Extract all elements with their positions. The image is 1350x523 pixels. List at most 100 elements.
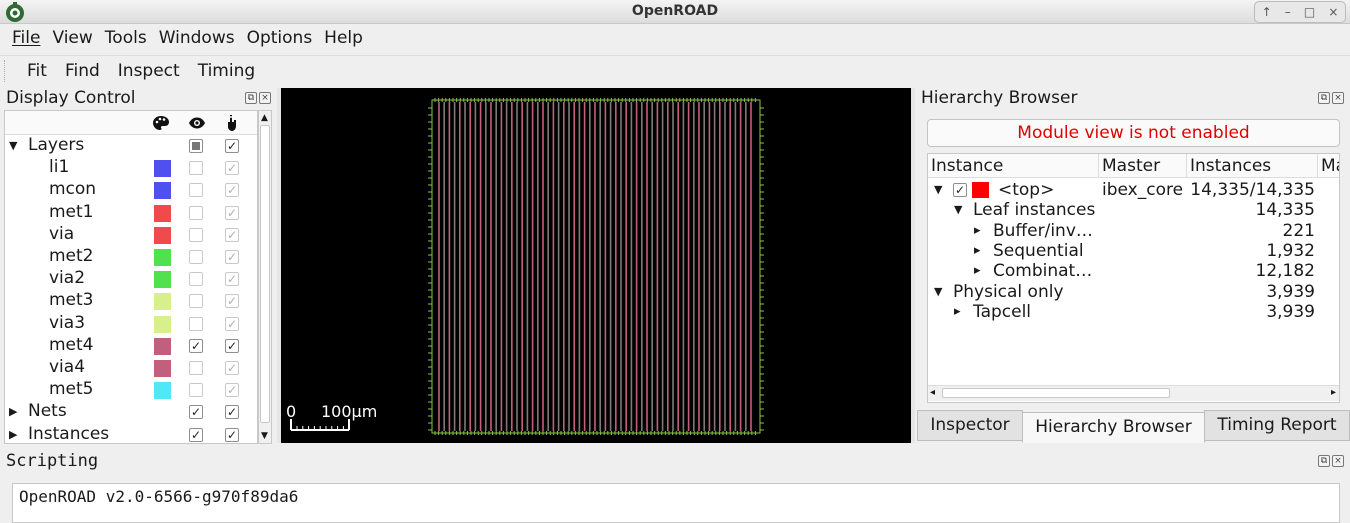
visible-checkbox[interactable] [189,250,203,264]
find-button[interactable]: Find [56,61,109,81]
layer-row-mcon[interactable]: mcon ✓ [5,179,257,201]
visible-checkbox[interactable] [189,316,203,331]
collapse-arrow-icon[interactable]: ▼ [934,180,942,200]
instance-color-swatch[interactable] [972,182,989,198]
visible-checkbox[interactable]: ✓ [189,427,203,442]
close-panel-icon[interactable]: × [259,92,271,104]
float-panel-icon[interactable]: ⧉ [1318,455,1330,467]
visible-checkbox[interactable] [189,227,203,242]
collapse-arrow-icon[interactable]: ▼ [934,282,942,302]
layer-color-swatch[interactable] [154,182,171,200]
layer-color-swatch[interactable] [154,382,171,400]
tab-hierarchy-browser[interactable]: Hierarchy Browser [1022,412,1205,443]
instance-visible-checkbox[interactable]: ✓ [953,183,967,197]
visible-checkbox[interactable] [189,272,203,287]
selectable-checkbox[interactable]: ✓ [225,250,239,264]
visible-checkbox[interactable] [189,361,203,375]
visible-checkbox[interactable] [189,294,203,309]
module-view-notice-button[interactable]: Module view is not enabled [927,119,1340,147]
selectable-checkbox[interactable]: ✓ [225,338,239,353]
hierarchy-row[interactable]: ▸ Tapcell 3,939 [928,302,1339,322]
scroll-down-icon[interactable]: ▼ [261,431,268,441]
layer-row-met3[interactable]: met3 ✓ [5,290,257,312]
selectable-checkbox[interactable]: ✓ [225,383,239,398]
selectable-checkbox[interactable]: ✓ [225,161,239,176]
close-panel-icon[interactable]: × [1332,92,1344,104]
menu-view[interactable]: View [48,25,100,52]
shade-window-button[interactable]: ↑ [1262,5,1272,19]
layer-row-met5[interactable]: met5 ✓ [5,379,257,401]
scrollbar-thumb[interactable] [260,125,270,423]
layout-viewer[interactable]: 0 100μm [281,88,911,443]
hierarchy-row[interactable]: ▸ Combinat… 12,182 [928,261,1339,281]
float-panel-icon[interactable]: ⧉ [1318,92,1330,104]
layer-color-swatch[interactable] [154,315,171,333]
column-instance[interactable]: Instance [928,154,1099,178]
layer-color-swatch[interactable] [154,293,171,311]
layer-color-swatch[interactable] [154,204,171,222]
tab-inspector[interactable]: Inspector [917,410,1023,441]
timing-button[interactable]: Timing [189,61,264,81]
layer-row-instances[interactable]: ▶ Instances ✓ ✓ [5,424,257,443]
inspect-button[interactable]: Inspect [109,61,189,81]
scroll-left-icon[interactable]: ◂ [930,387,935,398]
column-instances[interactable]: Instances [1187,154,1318,178]
layer-color-swatch[interactable] [154,271,171,289]
hierarchy-row[interactable]: ▸ Buffer/inv… 221 [928,221,1339,241]
layer-color-swatch[interactable] [154,226,171,244]
scrollbar-thumb[interactable] [942,388,1170,398]
toolbar-grip[interactable] [4,59,10,82]
tab-timing-report[interactable]: Timing Report [1204,410,1350,441]
visible-checkbox[interactable] [189,161,203,176]
layer-row-layers[interactable]: ▼ Layers ✓ [5,135,257,157]
expand-arrow-icon[interactable]: ▶ [9,428,17,441]
layer-row-li1[interactable]: li1 ✓ [5,157,257,179]
expand-arrow-icon[interactable]: ▸ [974,241,981,261]
selectable-checkbox[interactable]: ✓ [225,427,239,442]
collapse-arrow-icon[interactable]: ▼ [9,139,17,152]
left-splitter[interactable] [277,88,281,443]
layout-drawing[interactable] [281,88,911,443]
layer-color-swatch[interactable] [154,360,171,377]
collapse-arrow-icon[interactable]: ▼ [954,200,962,220]
column-master[interactable]: Master [1099,154,1187,178]
selectable-checkbox[interactable]: ✓ [225,361,239,375]
layer-color-swatch[interactable] [154,249,171,266]
visible-checkbox[interactable] [189,183,203,198]
display-control-scrollbar[interactable]: ▲ ▼ [258,110,272,444]
fit-button[interactable]: Fit [18,61,56,81]
hierarchy-row[interactable]: ▼ Leaf instances 14,335 [928,200,1339,220]
layer-row-via2[interactable]: via2 ✓ [5,268,257,290]
hierarchy-horizontal-scrollbar[interactable]: ◂ ▸ [928,385,1339,401]
expand-arrow-icon[interactable]: ▸ [974,221,981,241]
expand-arrow-icon[interactable]: ▸ [974,261,981,281]
expand-arrow-icon[interactable]: ▸ [954,302,961,322]
selectable-checkbox[interactable]: ✓ [225,139,239,153]
selectable-checkbox[interactable]: ✓ [225,316,239,331]
visible-checkbox[interactable]: ✓ [189,338,203,353]
selectable-checkbox[interactable]: ✓ [225,294,239,309]
layer-color-swatch[interactable] [154,337,171,355]
layer-row-via[interactable]: via ✓ [5,224,257,246]
selectable-checkbox[interactable]: ✓ [225,405,239,420]
layer-row-nets[interactable]: ▶ Nets ✓ ✓ [5,401,257,423]
float-panel-icon[interactable]: ⧉ [245,92,257,104]
layer-row-met1[interactable]: met1 ✓ [5,202,257,224]
layer-row-via4[interactable]: via4 ✓ [5,357,257,379]
close-window-button[interactable]: × [1328,5,1338,19]
scroll-up-icon[interactable]: ▲ [261,113,268,123]
visible-checkbox[interactable]: ✓ [189,405,203,420]
menu-options[interactable]: Options [243,25,321,52]
selectable-checkbox[interactable]: ✓ [225,183,239,198]
layer-row-via3[interactable]: via3 ✓ [5,313,257,335]
scroll-right-icon[interactable]: ▸ [1331,387,1336,398]
visible-checkbox[interactable] [189,139,203,153]
visible-checkbox[interactable] [189,383,203,398]
hierarchy-row[interactable]: ▼ Physical only 3,939 [928,282,1339,302]
menu-file[interactable]: File [0,25,48,52]
menu-help[interactable]: Help [320,25,371,52]
layer-row-met4[interactable]: met4 ✓ ✓ [5,335,257,357]
column-macros[interactable]: Ma [1318,154,1339,178]
minimize-window-button[interactable]: – [1285,5,1291,19]
menu-windows[interactable]: Windows [155,25,243,52]
